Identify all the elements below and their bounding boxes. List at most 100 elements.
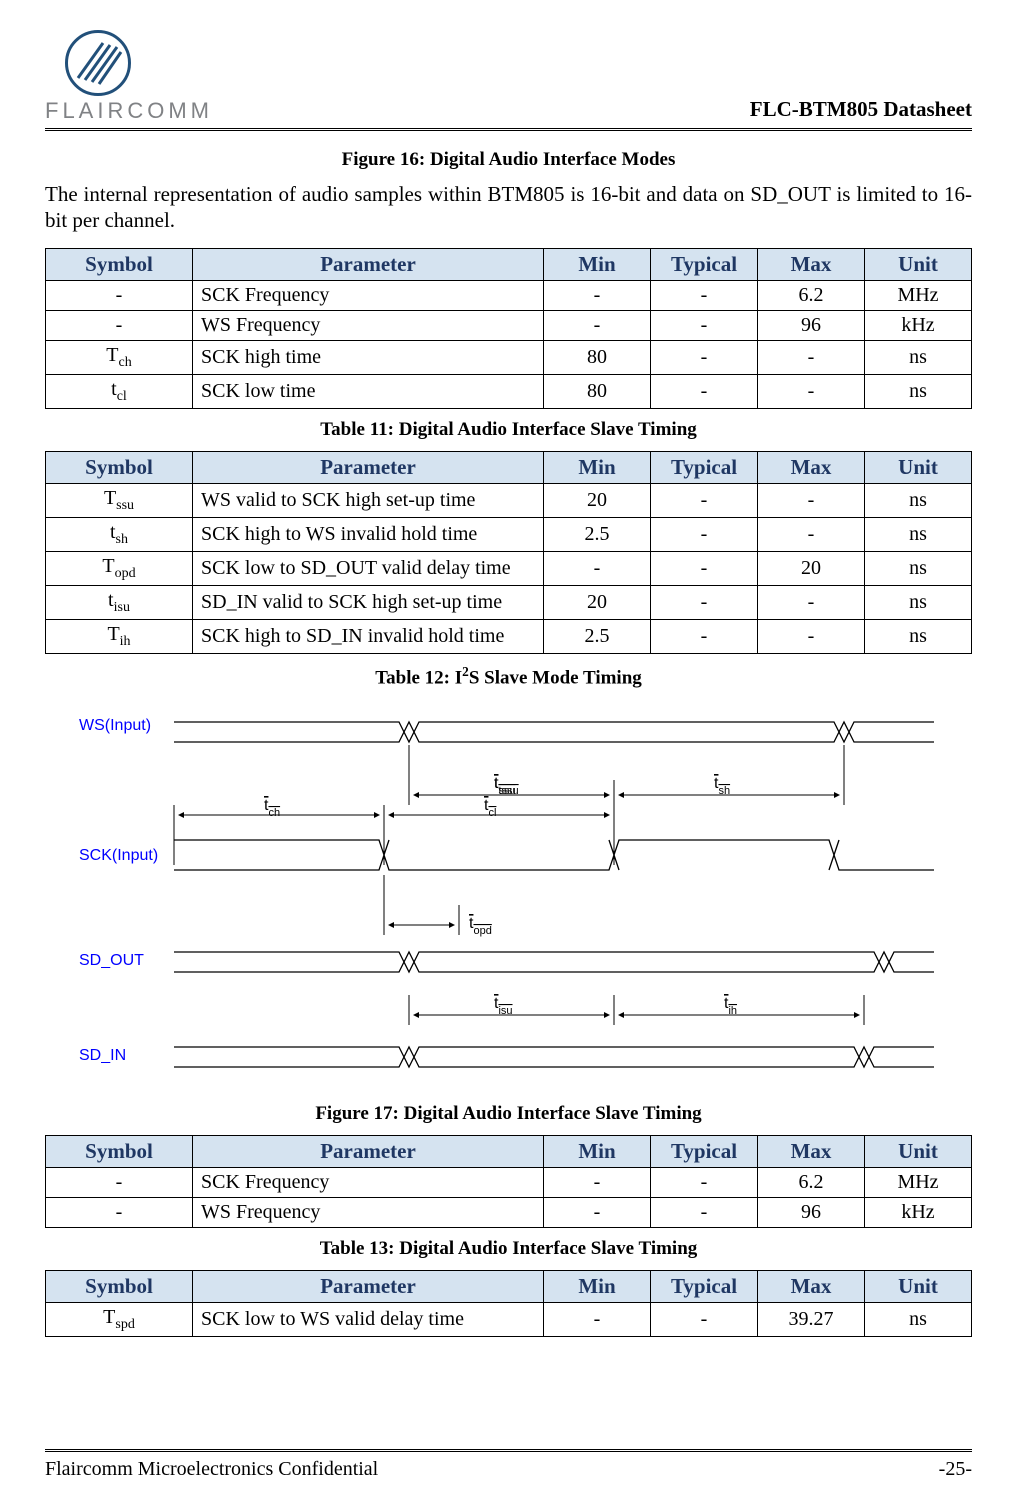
table-row: -WS Frequency--96kHz [46,310,972,340]
cell-unit: ns [865,585,972,619]
cell-unit: ns [865,551,972,585]
th-parameter: Parameter [193,1270,544,1302]
cell-symbol: Tch [46,340,193,374]
cell-max: - [758,585,865,619]
table-row: -SCK Frequency--6.2MHz [46,280,972,310]
th-max: Max [758,248,865,280]
tih-label: tih [724,995,737,1017]
cell-unit: ns [865,340,972,374]
cell-min: 20 [544,483,651,517]
cell-unit: kHz [865,1197,972,1227]
table-13-caption: Table 13: Digital Audio Interface Slave … [45,1238,972,1260]
cell-symbol: tisu [46,585,193,619]
cell-typ: - [651,483,758,517]
cell-typ: - [651,1197,758,1227]
th-min: Min [544,248,651,280]
page-header: FLAIRCOMM FLC-BTM805 Datasheet [45,30,972,131]
cell-min: - [544,1197,651,1227]
cell-symbol: - [46,310,193,340]
table-row: tshSCK high to WS invalid hold time2.5--… [46,517,972,551]
table-row: TihSCK high to SD_IN invalid hold time2.… [46,619,972,653]
footer-confidential: Flaircomm Microelectronics Confidential [45,1458,378,1481]
cell-typ: - [651,310,758,340]
timing-diagram: WS(Input) ttssu tssu tsh tch tcl SCK(Inp… [45,710,972,1090]
tch-label: tch [264,797,280,819]
cell-typ: - [651,585,758,619]
cell-unit: MHz [865,1167,972,1197]
cell-symbol: - [46,1197,193,1227]
cell-min: 2.5 [544,517,651,551]
cell-min: 2.5 [544,619,651,653]
cell-unit: ns [865,1302,972,1336]
cell-max: - [758,619,865,653]
document-title: FLC-BTM805 Datasheet [750,97,972,124]
cell-symbol: Tih [46,619,193,653]
th-max: Max [758,451,865,483]
th-typical: Typical [651,248,758,280]
cell-typ: - [651,1302,758,1336]
th-unit: Unit [865,451,972,483]
cell-typ: - [651,619,758,653]
cell-symbol: Tssu [46,483,193,517]
sck-label: SCK(Input) [79,847,158,864]
cell-symbol: - [46,280,193,310]
cell-typ: - [651,517,758,551]
cell-min: - [544,551,651,585]
cell-parameter: WS Frequency [193,310,544,340]
page-footer: Flaircomm Microelectronics Confidential … [45,1449,972,1481]
table-row: tisuSD_IN valid to SCK high set-up time2… [46,585,972,619]
cell-parameter: SCK Frequency [193,1167,544,1197]
cell-max: - [758,340,865,374]
table-11: Symbol Parameter Min Typical Max Unit -S… [45,248,972,409]
cell-min: - [544,310,651,340]
topd-label: topd [469,915,492,937]
cell-max: 20 [758,551,865,585]
table-row: TchSCK high time80--ns [46,340,972,374]
th-parameter: Parameter [193,451,544,483]
sdin-label: SD_IN [79,1047,126,1064]
cell-unit: ns [865,517,972,551]
cell-symbol: Topd [46,551,193,585]
th-unit: Unit [865,1135,972,1167]
caption-sup: 2 [462,664,469,679]
th-min: Min [544,1135,651,1167]
cell-symbol: - [46,1167,193,1197]
cell-max: 39.27 [758,1302,865,1336]
cell-parameter: SCK low to WS valid delay time [193,1302,544,1336]
cell-parameter: WS valid to SCK high set-up time [193,483,544,517]
cell-unit: kHz [865,310,972,340]
cell-max: - [758,517,865,551]
th-typical: Typical [651,1135,758,1167]
intro-paragraph: The internal representation of audio sam… [45,181,972,234]
cell-typ: - [651,340,758,374]
cell-parameter: WS Frequency [193,1197,544,1227]
cell-symbol: tsh [46,517,193,551]
cell-max: 96 [758,1197,865,1227]
th-unit: Unit [865,1270,972,1302]
cell-symbol: tcl [46,374,193,408]
figure-17-caption: Figure 17: Digital Audio Interface Slave… [45,1103,972,1125]
table-14: Symbol Parameter Min Typical Max Unit Ts… [45,1270,972,1337]
cell-parameter: SCK high to WS invalid hold time [193,517,544,551]
cell-min: - [544,1167,651,1197]
th-max: Max [758,1270,865,1302]
tisu-label: tisu [494,995,513,1017]
table-row: -WS Frequency--96kHz [46,1197,972,1227]
th-parameter: Parameter [193,248,544,280]
cell-symbol: Tspd [46,1302,193,1336]
cell-max: 96 [758,310,865,340]
table-row: TopdSCK low to SD_OUT valid delay time--… [46,551,972,585]
cell-min: 20 [544,585,651,619]
footer-page-number: -25- [939,1458,972,1481]
tsh-label: tsh [714,775,730,797]
cell-unit: ns [865,619,972,653]
cell-max: - [758,483,865,517]
th-typical: Typical [651,1270,758,1302]
figure-16-caption: Figure 16: Digital Audio Interface Modes [45,149,972,171]
cell-parameter: SCK low to SD_OUT valid delay time [193,551,544,585]
cell-min: - [544,1302,651,1336]
cell-parameter: SCK high time [193,340,544,374]
tcl-label: tcl [484,797,496,819]
table-12-caption: Table 12: I2S Slave Mode Timing [45,664,972,689]
cell-typ: - [651,374,758,408]
